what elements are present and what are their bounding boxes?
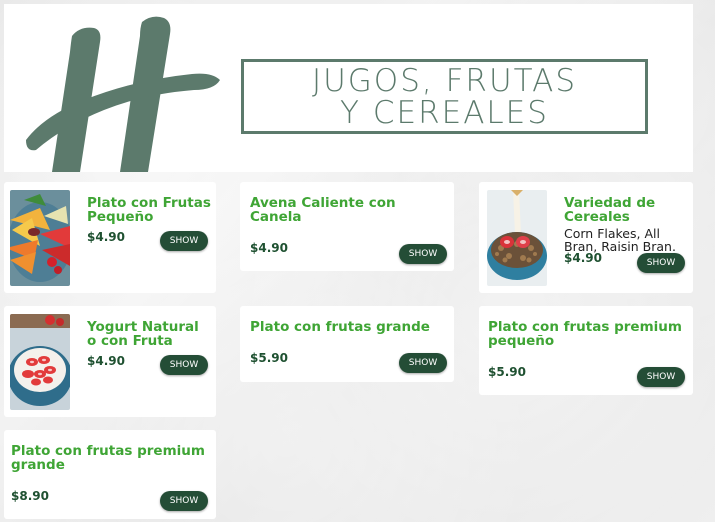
menu-item-card[interactable]: Plato con frutas grande $5.90 SHOW (240, 306, 454, 382)
show-button[interactable]: SHOW (637, 367, 685, 387)
menu-item-name: Plato con frutas grande (250, 319, 430, 335)
menu-item-price: $4.90 (250, 241, 288, 255)
menu-item-card[interactable]: Variedad de Cereales Corn Flakes, All Br… (479, 182, 693, 293)
show-button[interactable]: SHOW (399, 244, 447, 264)
show-button[interactable]: SHOW (160, 491, 208, 511)
show-button[interactable]: SHOW (637, 253, 685, 273)
show-button[interactable]: SHOW (160, 231, 208, 251)
menu-item-card[interactable]: Avena Caliente con Canela $4.90 SHOW (240, 182, 454, 271)
show-button[interactable]: SHOW (160, 355, 208, 375)
menu-item-name: Yogurt Natural o con Fruta (87, 319, 199, 349)
menu-item-card[interactable]: Plato con frutas premium grande $8.90 SH… (4, 430, 216, 519)
menu-item-description: Corn Flakes, All Bran, Raisin Bran. (564, 226, 676, 254)
menu-item-name: Variedad de Cereales (564, 195, 656, 225)
menu-item-name: Plato con frutas premium grande (11, 443, 205, 473)
yogurt-strawberry-photo (10, 314, 70, 410)
menu-item-card[interactable]: Plato con Frutas Pequeño $4.90 SHOW (4, 182, 216, 293)
section-title-line-1: JUGOS, FRUTAS (311, 62, 578, 99)
menu-item-name: Plato con frutas premium pequeño (488, 319, 682, 349)
cereal-bowl-photo (487, 190, 547, 286)
fruit-platter-photo (10, 190, 70, 286)
menu-item-card[interactable]: Plato con frutas premium pequeño $5.90 S… (479, 306, 693, 395)
menu-item-name: Avena Caliente con Canela (250, 195, 396, 225)
menu-item-name: Plato con Frutas Pequeño (87, 195, 211, 225)
menu-item-price: $5.90 (488, 365, 526, 379)
show-button[interactable]: SHOW (399, 353, 447, 373)
menu-item-price: $4.90 (87, 354, 125, 368)
section-title-box: JUGOS, FRUTAS Y CEREALES (241, 59, 648, 134)
menu-item-price: $5.90 (250, 351, 288, 365)
hotel-h-logo-icon (26, 16, 220, 172)
section-title-line-2: Y CEREALES (340, 94, 549, 131)
menu-item-card[interactable]: Yogurt Natural o con Fruta $4.90 SHOW (4, 306, 216, 417)
menu-item-price: $8.90 (11, 489, 49, 503)
menu-item-price: $4.90 (87, 230, 125, 244)
menu-item-price: $4.90 (564, 251, 602, 265)
menu-header: JUGOS, FRUTAS Y CEREALES (4, 4, 693, 172)
